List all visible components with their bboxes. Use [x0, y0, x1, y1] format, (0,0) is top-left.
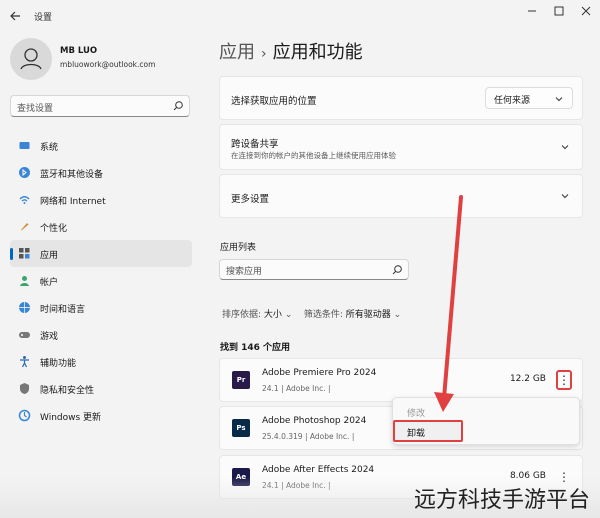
settings-search-input[interactable]: 查找设置 — [10, 95, 190, 117]
menu-item-uninstall[interactable]: 卸载 — [393, 420, 463, 442]
bluetooth-icon — [19, 167, 30, 178]
person-icon — [20, 276, 29, 286]
share-subtitle: 在连接到你的帐户的其他设备上继续使用应用体验 — [231, 151, 396, 160]
app-source-title: 选择获取应用的位置 — [231, 96, 317, 107]
apps-icon — [19, 248, 30, 259]
chevron-down-icon — [561, 145, 569, 150]
watermark-text: 远方科技手游平台 — [413, 488, 590, 513]
app-name: Adobe After Effects 2024 — [262, 465, 375, 475]
shield-icon — [20, 383, 29, 394]
sidebar-item-label: 辅助功能 — [40, 359, 77, 369]
sidebar-item[interactable]: 帐户 — [10, 267, 192, 294]
monitor-icon — [19, 142, 30, 149]
app-meta: 24.1 | Adobe Inc. | — [262, 384, 331, 393]
app-icon: Pr — [232, 371, 250, 389]
sidebar-item[interactable]: 游戏 — [10, 321, 192, 348]
person-avatar-icon — [20, 48, 42, 70]
sidebar-item[interactable]: 蓝牙和其他设备 — [10, 159, 192, 186]
sidebar-item[interactable]: 辅助功能 — [10, 348, 192, 375]
minimize-icon[interactable] — [522, 4, 542, 18]
close-icon[interactable] — [576, 4, 596, 18]
avatar — [10, 38, 52, 80]
app-source-value: 任何来源 — [494, 96, 531, 106]
apps-found-count: 找到 146 个应用 — [220, 343, 291, 353]
maximize-icon[interactable] — [549, 4, 569, 18]
app-icon: Ps — [232, 419, 250, 437]
sidebar-item-label: 游戏 — [40, 332, 59, 342]
sidebar-item-label: Windows 更新 — [40, 413, 102, 423]
sidebar-item-label: 蓝牙和其他设备 — [40, 170, 104, 180]
app-meta: 25.4.0.319 | Adobe Inc. | — [262, 432, 355, 441]
more-options-icon[interactable]: ⋮ — [556, 370, 572, 390]
breadcrumb-separator: › — [261, 46, 267, 62]
apps-search-placeholder: 搜索应用 — [226, 267, 263, 277]
globe-icon — [19, 302, 30, 313]
app-name: Adobe Photoshop 2024 — [262, 416, 367, 426]
sidebar-item-label: 个性化 — [40, 224, 68, 234]
sort-filter-bar: 排序依据: 大小 ⌄ 筛选条件: 所有驱动器 ⌄ — [222, 307, 401, 320]
sidebar-item[interactable]: 个性化 — [10, 213, 192, 240]
back-arrow-icon[interactable] — [8, 8, 24, 24]
gamepad-icon — [19, 332, 30, 338]
chevron-down-icon — [561, 194, 569, 199]
settings-search-placeholder: 查找设置 — [17, 104, 54, 114]
breadcrumb-parent[interactable]: 应用 — [219, 42, 255, 63]
filter-label: 筛选条件: — [303, 310, 343, 320]
breadcrumb: 应用 › 应用和功能 — [219, 38, 363, 64]
page-title: 应用和功能 — [272, 42, 363, 63]
app-name: Adobe Premiere Pro 2024 — [262, 368, 377, 378]
sidebar-item[interactable]: 网络和 Internet — [10, 186, 192, 213]
sidebar-nav: 系统蓝牙和其他设备 网络和 Internet 个性化应用帐户时间和语言游戏辅助功能隐… — [10, 132, 192, 429]
watermark-band: 远方科技手游平台 — [0, 477, 600, 518]
sidebar-item[interactable]: 系统 — [10, 132, 192, 159]
sidebar-item-label: 隐私和安全性 — [40, 386, 95, 396]
sidebar-item[interactable]: Windows 更新 — [10, 402, 192, 429]
user-profile[interactable]: MB LUO mbluowork@outlook.com — [10, 38, 200, 82]
sort-dropdown[interactable]: 大小 — [264, 310, 282, 320]
more-settings-title: 更多设置 — [231, 194, 270, 205]
share-across-devices-card[interactable]: 跨设备共享 在连接到你的帐户的其他设备上继续使用应用体验 — [219, 124, 583, 170]
apps-list-label: 应用列表 — [220, 243, 257, 253]
brush-icon — [21, 223, 29, 231]
sidebar-item-label: 帐户 — [40, 278, 59, 288]
user-name: MB LUO — [60, 46, 98, 56]
uninstall-label: 卸载 — [407, 429, 426, 439]
more-settings-card[interactable]: 更多设置 — [219, 174, 583, 218]
search-icon — [173, 101, 183, 111]
sidebar-item[interactable]: 隐私和安全性 — [10, 375, 192, 402]
chevron-down-icon: ⌄ — [284, 310, 293, 320]
app-list-item: Pr Adobe Premiere Pro 2024 24.1 | Adobe In… — [219, 358, 583, 402]
accessibility-icon — [20, 356, 29, 368]
filter-dropdown[interactable]: 所有驱动器 — [346, 310, 391, 320]
menu-item-modify[interactable]: 修改 — [407, 406, 425, 419]
sidebar-item[interactable]: 时间和语言 — [10, 294, 192, 321]
wifi-icon — [19, 196, 30, 204]
chevron-down-icon — [555, 97, 563, 102]
title-bar: 设置 — [0, 0, 600, 32]
active-indicator — [10, 248, 13, 260]
sidebar-item[interactable]: 应用 — [10, 240, 192, 267]
sidebar-item-label: 应用 — [40, 251, 59, 261]
sidebar-item-label: 网络和 Internet — [40, 197, 106, 207]
app-source-dropdown[interactable]: 任何来源 — [485, 87, 573, 109]
chevron-down-icon: ⌄ — [393, 310, 402, 320]
user-email: mbluowork@outlook.com — [60, 60, 156, 69]
sort-label: 排序依据: — [222, 310, 262, 320]
apps-search-input[interactable]: 搜索应用 — [219, 259, 409, 280]
window-title: 设置 — [34, 13, 53, 23]
sidebar-item-label: 时间和语言 — [40, 305, 86, 315]
app-size: 12.2 GB — [509, 374, 546, 384]
sidebar-item-label: 系统 — [40, 143, 59, 153]
search-icon — [392, 265, 402, 275]
update-icon — [18, 409, 31, 422]
share-title: 跨设备共享 — [231, 139, 279, 150]
